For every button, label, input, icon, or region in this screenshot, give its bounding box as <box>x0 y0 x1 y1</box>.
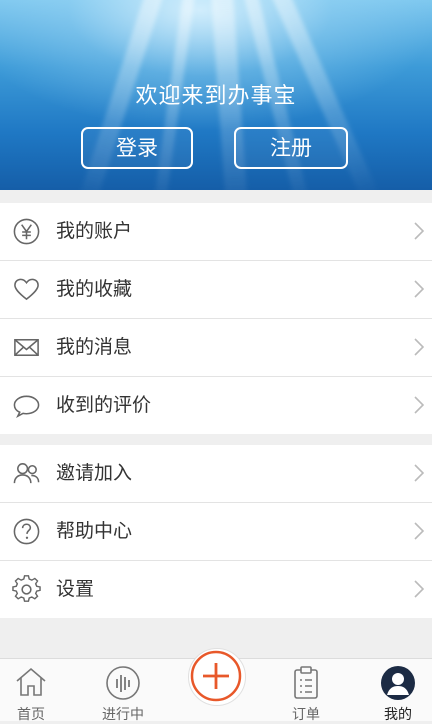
login-button[interactable]: 登录 <box>81 127 193 169</box>
menu-item-label: 我的账户 <box>56 220 133 242</box>
menu-item-label: 我的收藏 <box>56 278 133 300</box>
avatar-icon <box>381 666 415 700</box>
chevron-right-icon <box>414 338 424 356</box>
menu-item-label: 我的消息 <box>56 336 133 358</box>
tab-label: 进行中 <box>102 707 144 723</box>
home-icon <box>16 667 46 696</box>
menu-item-my-account[interactable]: 我的账户 <box>0 203 432 261</box>
yen-circle-icon <box>13 218 40 245</box>
menu-item-my-messages[interactable]: 我的消息 <box>0 319 432 377</box>
menu-item-label: 设置 <box>56 578 95 600</box>
clipboard-icon <box>294 666 318 699</box>
progress-icon <box>106 666 140 700</box>
menu-group-secondary: 邀请加入 帮助中心 设置 <box>0 445 432 618</box>
chevron-right-icon <box>414 464 424 482</box>
chevron-right-icon <box>414 580 424 598</box>
users-icon <box>13 463 40 484</box>
menu-item-label: 帮助中心 <box>56 520 133 542</box>
chevron-right-icon <box>414 396 424 414</box>
tab-label: 订单 <box>292 707 320 723</box>
envelope-icon <box>14 338 39 357</box>
register-button[interactable]: 注册 <box>234 127 348 169</box>
chevron-right-icon <box>414 522 424 540</box>
menu-item-label: 邀请加入 <box>56 462 133 484</box>
menu-item-my-favorites[interactable]: 我的收藏 <box>0 261 432 319</box>
menu-group-primary: 我的账户 我的收藏 我的消息 收到的评价 <box>0 203 432 434</box>
tab-label: 首页 <box>17 707 45 723</box>
menu-item-reviews[interactable]: 收到的评价 <box>0 377 432 434</box>
menu-item-settings[interactable]: 设置 <box>0 561 432 618</box>
chevron-right-icon <box>414 280 424 298</box>
tab-in-progress[interactable]: 进行中 <box>88 659 158 723</box>
add-button[interactable] <box>188 648 246 706</box>
question-circle-icon <box>13 518 40 545</box>
menu-item-label: 收到的评价 <box>56 394 152 416</box>
tab-mine[interactable]: 我的 <box>363 659 432 723</box>
tab-orders[interactable]: 订单 <box>271 659 341 723</box>
tab-label: 我的 <box>384 707 412 723</box>
gear-icon <box>12 575 41 602</box>
welcome-title: 欢迎来到办事宝 <box>135 84 297 109</box>
chat-bubble-icon <box>13 395 40 418</box>
heart-icon <box>14 278 39 301</box>
header-banner: 欢迎来到办事宝 登录 注册 <box>0 0 432 190</box>
tab-home[interactable]: 首页 <box>0 659 66 723</box>
chevron-right-icon <box>414 222 424 240</box>
plus-circle-icon <box>190 650 242 702</box>
menu-item-help-center[interactable]: 帮助中心 <box>0 503 432 561</box>
menu-item-invite[interactable]: 邀请加入 <box>0 445 432 503</box>
